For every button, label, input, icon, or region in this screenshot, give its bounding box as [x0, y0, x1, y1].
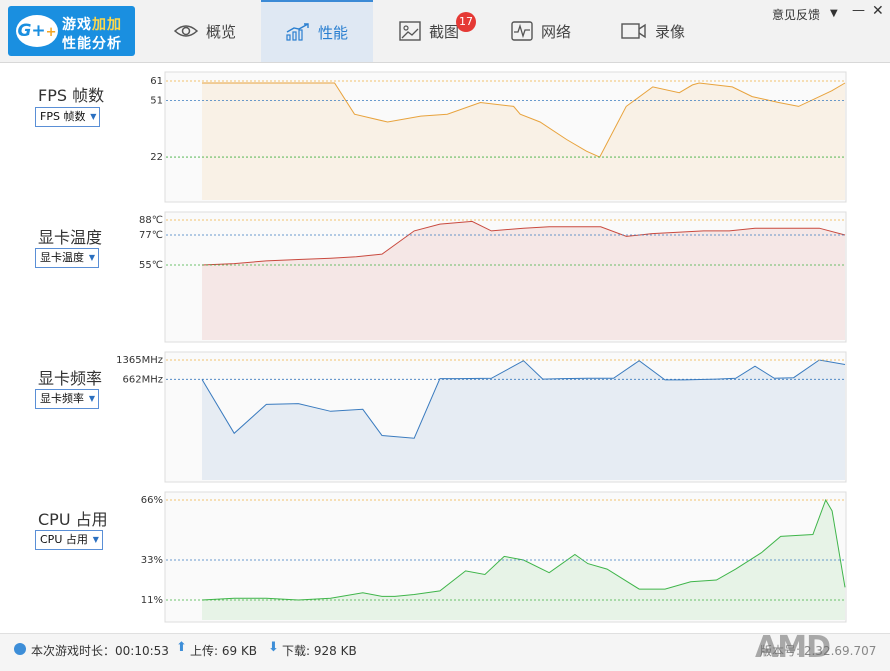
y-tick-label: 662MHz	[123, 374, 163, 385]
clock-icon	[14, 643, 26, 655]
amd-watermark-logo: AMD	[755, 630, 831, 665]
download-arrow-icon: ⬇	[268, 640, 279, 655]
download-amount: 下载: 928 KB	[282, 644, 357, 658]
y-tick-label: 88℃	[139, 215, 163, 226]
upload-amount: 上传: 69 KB	[190, 644, 258, 658]
y-tick-label: 51	[150, 96, 163, 107]
y-tick-label: 11%	[141, 595, 163, 606]
session-duration: 本次游戏时长：00:10:53	[31, 644, 169, 658]
y-tick-label: 66%	[141, 495, 163, 506]
y-tick-label: 77℃	[139, 230, 163, 241]
y-tick-label: 33%	[141, 555, 163, 566]
y-tick-label: 1365MHz	[116, 355, 163, 366]
upload-arrow-icon: ⬆	[176, 640, 187, 655]
y-tick-label: 61	[150, 76, 163, 87]
y-tick-label: 22	[150, 152, 163, 163]
y-tick-label: 55℃	[139, 260, 163, 271]
performance-charts: 61 51 22 88℃ 77℃ 55℃ 1365MHz 662MHz 66% 33% 11%	[116, 71, 847, 623]
